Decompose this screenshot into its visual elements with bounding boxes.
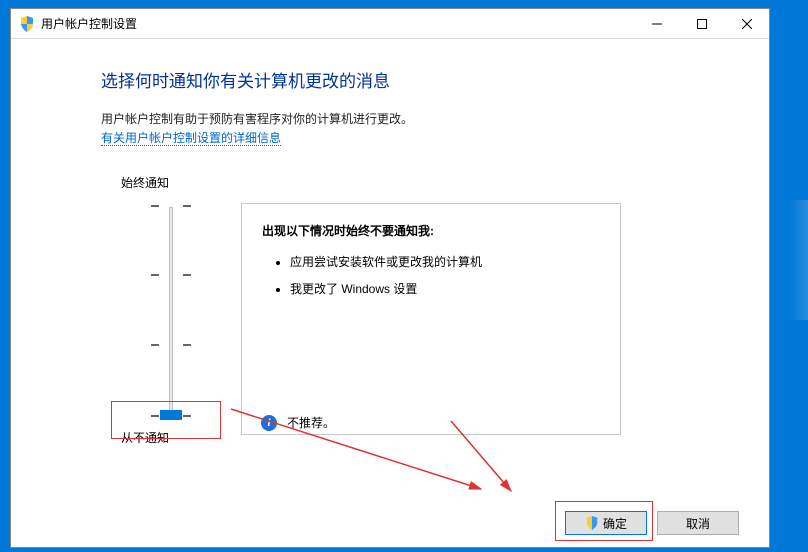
slider-label-never: 从不通知 (121, 429, 221, 446)
maximize-button[interactable] (679, 9, 724, 38)
titlebar: 用户帐户控制设置 (11, 9, 769, 39)
slider-tick (151, 344, 191, 346)
notification-description-panel: 出现以下情况时始终不要通知我: 应用尝试安装软件或更改我的计算机 我更改了 Wi… (241, 203, 621, 435)
list-item: 我更改了 Windows 设置 (290, 280, 600, 297)
ok-button[interactable]: 确定 (565, 511, 647, 535)
slider-tick (151, 205, 191, 207)
list-item: 应用尝试安装软件或更改我的计算机 (290, 253, 600, 270)
close-button[interactable] (724, 9, 769, 38)
recommendation-text: 不推荐。 (287, 414, 335, 431)
window-controls (634, 9, 769, 38)
slider-label-always: 始终通知 (121, 174, 221, 191)
ok-button-label: 确定 (603, 515, 627, 532)
more-info-link[interactable]: 有关用户帐户控制设置的详细信息 (101, 131, 281, 146)
slider-rail (169, 207, 173, 413)
cancel-button-label: 取消 (686, 515, 710, 532)
desktop-background-edge (788, 200, 808, 320)
description-text: 用户帐户控制有助于预防有害程序对你的计算机进行更改。 (101, 110, 729, 127)
window-title: 用户帐户控制设置 (41, 15, 634, 32)
recommendation-row: i 不推荐。 (261, 414, 335, 431)
content-area: 选择何时通知你有关计算机更改的消息 用户帐户控制有助于预防有害程序对你的计算机进… (11, 39, 769, 547)
panel-title: 出现以下情况时始终不要通知我: (262, 222, 600, 239)
page-heading: 选择何时通知你有关计算机更改的消息 (101, 67, 729, 92)
slider-track[interactable] (151, 205, 191, 415)
dialog-buttons: 确定 取消 (565, 511, 739, 535)
minimize-button[interactable] (634, 9, 679, 38)
cancel-button[interactable]: 取消 (657, 511, 739, 535)
shield-icon (585, 516, 599, 530)
info-icon: i (261, 415, 277, 431)
panel-list: 应用尝试安装软件或更改我的计算机 我更改了 Windows 设置 (262, 253, 600, 297)
uac-settings-window: 用户帐户控制设置 选择何时通知你有关计算机更改的消息 用户帐户控制有助于预防有害… (10, 8, 770, 548)
shield-icon (19, 16, 35, 32)
slider-thumb[interactable] (160, 410, 182, 420)
notification-slider: 始终通知 从不通知 (121, 174, 221, 446)
slider-tick (151, 274, 191, 276)
